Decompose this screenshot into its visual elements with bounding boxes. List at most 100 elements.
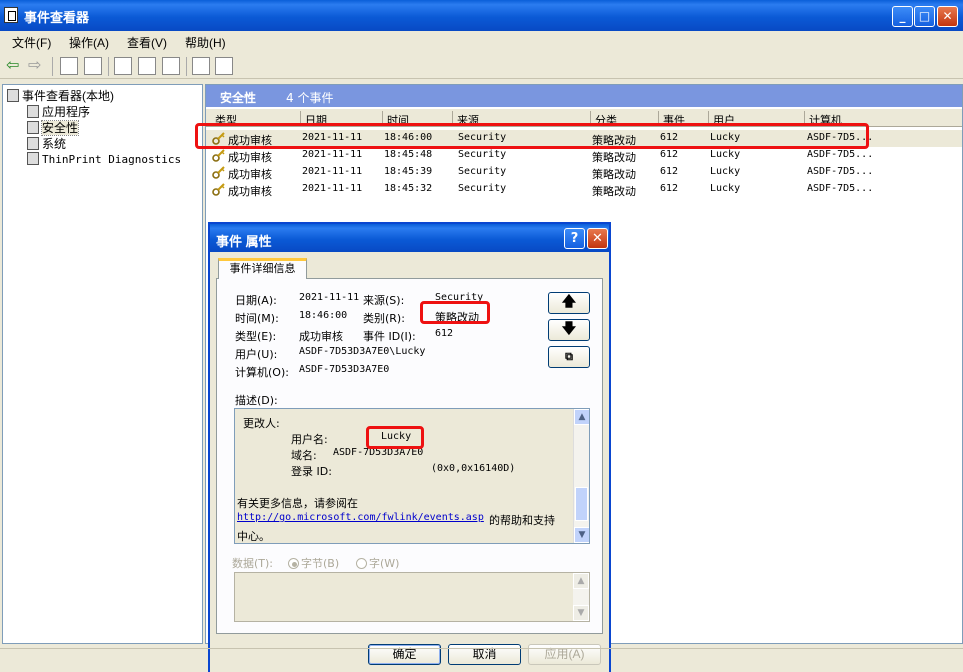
desc-logon-label: 登录 ID: [291, 465, 332, 478]
cell-event: 612 [660, 149, 679, 160]
event-id-label: 事件 ID(I): [363, 330, 416, 343]
data-textbox[interactable]: ▲ ▼ [234, 572, 590, 622]
toolbar-separator [186, 57, 187, 76]
cell-user: Lucky [710, 149, 741, 160]
window-titlebar[interactable]: 事件查看器 _ □ ✕ [0, 0, 963, 31]
dialog-close-button[interactable]: ✕ [587, 228, 608, 249]
table-row[interactable]: 成功审核 2021-11-11 18:45:39 Security 策略改动 612 Luc… [206, 164, 962, 181]
help-icon[interactable] [192, 57, 210, 75]
properties-icon[interactable] [114, 57, 132, 75]
cell-type: 成功审核 [228, 168, 272, 181]
minimize-button[interactable]: _ [892, 6, 913, 27]
description-scrollbar[interactable]: ▲ ▼ [573, 409, 589, 543]
time-value: 18:46:00 [299, 310, 348, 321]
desc-domain-label: 域名: [291, 449, 317, 462]
toolbar-separator [52, 57, 53, 76]
data-scroll-down-arrow-icon[interactable]: ▼ [573, 605, 589, 621]
cell-date: 2021-11-11 [302, 183, 363, 194]
tree-item-application[interactable]: 应用程序 [27, 103, 90, 120]
data-scroll-up-arrow-icon[interactable]: ▲ [573, 573, 589, 589]
user-value: ASDF-7D53D3A7E0\Lucky [299, 346, 426, 357]
tree-root[interactable]: 事件查看器(本地) [7, 87, 114, 104]
date-value: 2021-11-11 [299, 292, 360, 303]
dialog-titlebar[interactable]: 事件 属性 ? ✕ [210, 224, 609, 252]
tree-item-security[interactable]: 安全性 [27, 119, 80, 136]
previous-event-button[interactable]: 🡅 [548, 292, 590, 314]
window-title: 事件查看器 [24, 10, 90, 25]
cell-category: 策略改动 [592, 185, 636, 198]
menu-action[interactable]: 操作(A) [69, 34, 109, 51]
up-folder-icon[interactable] [60, 57, 78, 75]
list-header: 安全性 4 个事件 [206, 85, 962, 107]
cell-date: 2021-11-11 [302, 166, 363, 177]
cell-time: 18:45:48 [384, 149, 433, 160]
close-button[interactable]: ✕ [937, 6, 958, 27]
radio-words[interactable]: 字(W) [356, 555, 399, 571]
desc-help-support: 的帮助和支持 [489, 514, 555, 527]
computer-label: 计算机(O): [235, 366, 289, 379]
desc-logon-value: (0x0,0x16140D) [431, 463, 516, 474]
computer-value: ASDF-7D53D3A7E0 [299, 364, 390, 375]
radio-bytes-dot [288, 558, 299, 569]
tree-item-system[interactable]: 系统 [27, 135, 66, 152]
table-row[interactable]: 成功审核 2021-11-11 18:45:48 Security 策略改动 612 Luc… [206, 147, 962, 164]
event-viewer-icon [7, 89, 19, 102]
tree-pane[interactable]: 事件查看器(本地) 应用程序 安全性 系统 ThinPrint Diagnost… [2, 84, 203, 644]
cell-type: 成功审核 [228, 185, 272, 198]
tab-event-details[interactable]: 事件详细信息 [218, 258, 307, 279]
menu-view[interactable]: 查看(V) [127, 34, 167, 51]
user-label: 用户(U): [235, 348, 278, 361]
category-label: 类别(R): [363, 312, 405, 325]
event-viewer-app-icon [4, 7, 18, 23]
show-hide-tree-icon[interactable] [84, 57, 102, 75]
cell-event: 612 [660, 183, 679, 194]
toolbar: ⇦ ⇨ [0, 53, 963, 79]
cell-date: 2021-11-11 [302, 149, 363, 160]
audit-key-icon [212, 165, 226, 179]
time-label: 时间(M): [235, 312, 279, 325]
next-event-button[interactable]: 🡇 [548, 319, 590, 341]
table-row[interactable]: 成功审核 2021-11-11 18:45:32 Security 策略改动 612 Luc… [206, 181, 962, 198]
cell-user: Lucky [710, 183, 741, 194]
cell-source: Security [458, 183, 507, 194]
data-scrollbar[interactable]: ▲ ▼ [573, 573, 589, 621]
copy-button[interactable]: ⧉ [548, 346, 590, 368]
menu-help[interactable]: 帮助(H) [185, 34, 226, 51]
cell-user: Lucky [710, 166, 741, 177]
cell-time: 18:45:32 [384, 183, 433, 194]
audit-key-icon [212, 182, 226, 196]
desc-center: 中心。 [237, 530, 270, 543]
menu-bar: 文件(F) 操作(A) 查看(V) 帮助(H) [0, 31, 963, 53]
back-arrow-icon[interactable]: ⇦ [6, 57, 24, 75]
desc-more-info: 有关更多信息，请参阅在 [237, 497, 358, 510]
log-icon [27, 121, 39, 134]
refresh-icon[interactable] [138, 57, 156, 75]
dialog-help-button[interactable]: ? [564, 228, 585, 249]
radio-bytes[interactable]: 字节(B) [288, 555, 339, 571]
log-icon [27, 105, 39, 118]
log-icon [27, 152, 39, 165]
tree-item-thinprint[interactable]: ThinPrint Diagnostics [27, 152, 181, 166]
status-bar [0, 648, 963, 672]
scroll-down-arrow-icon[interactable]: ▼ [574, 527, 589, 543]
cell-category: 策略改动 [592, 168, 636, 181]
cell-type: 成功审核 [228, 151, 272, 164]
cell-source: Security [458, 149, 507, 160]
console-icon[interactable] [215, 57, 233, 75]
scroll-thumb[interactable] [575, 487, 588, 521]
cell-computer: ASDF-7D5... [807, 166, 874, 177]
source-label: 来源(S): [363, 294, 405, 307]
menu-file[interactable]: 文件(F) [12, 34, 51, 51]
cell-time: 18:45:39 [384, 166, 433, 177]
scroll-up-arrow-icon[interactable]: ▲ [574, 409, 589, 425]
radio-words-dot [356, 558, 367, 569]
export-list-icon[interactable] [162, 57, 180, 75]
help-link[interactable]: http://go.microsoft.com/fwlink/events.as… [237, 512, 484, 523]
list-header-count: 4 个事件 [286, 91, 334, 105]
cell-category: 策略改动 [592, 151, 636, 164]
forward-arrow-icon[interactable]: ⇨ [28, 57, 46, 75]
desc-changed-by: 更改人: [243, 417, 280, 430]
dialog-title: 事件 属性 [216, 234, 272, 249]
cell-event: 612 [660, 166, 679, 177]
maximize-button[interactable]: □ [914, 6, 935, 27]
